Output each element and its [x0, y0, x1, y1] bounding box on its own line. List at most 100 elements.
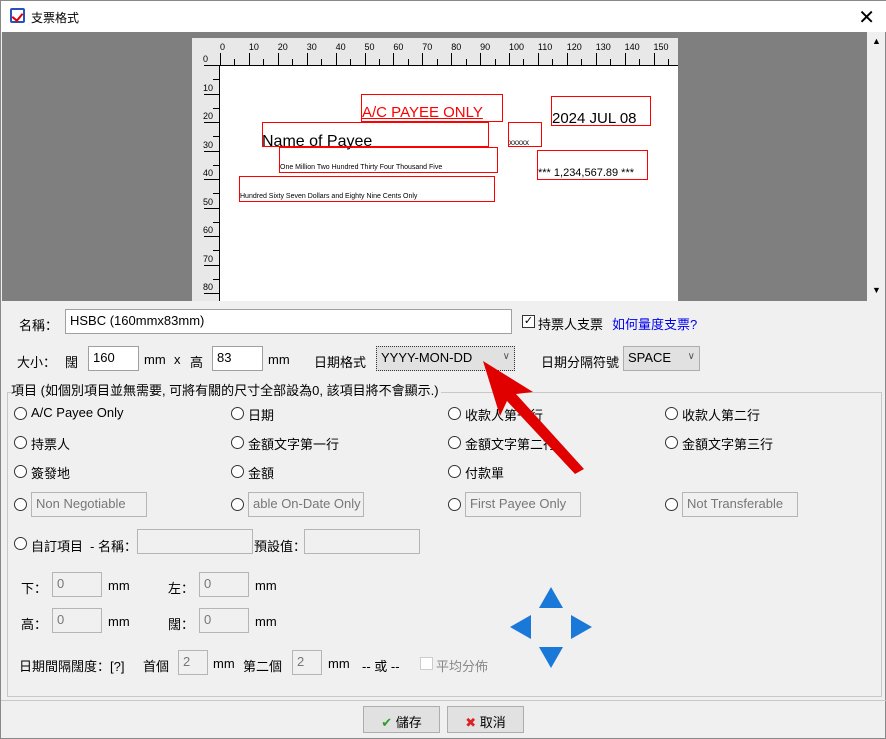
move-right-icon[interactable] [571, 615, 592, 639]
save-button[interactable]: ✔ 儲存 [363, 706, 440, 733]
item-radio[interactable] [665, 436, 678, 449]
ruler-tick [248, 53, 250, 65]
item-radio-label: 金額 [248, 466, 275, 481]
ruler-tick [204, 179, 219, 180]
item-text-input[interactable]: Not Transferable [682, 492, 798, 517]
ruler-tick [378, 59, 380, 65]
ruler-tick [480, 53, 482, 65]
bottom-label: 下： [21, 581, 48, 596]
date-text: 2024 JUL 08 [552, 110, 637, 127]
ruler-label-y: 30 [203, 139, 214, 150]
item-height-input[interactable]: 0 [52, 608, 102, 633]
size-label: 大小： [17, 355, 57, 370]
annotation-arrow [483, 361, 584, 474]
close-icon[interactable]: ✕ [858, 5, 875, 30]
bottom-unit: mm [108, 578, 130, 593]
width-input[interactable]: 160 [88, 346, 139, 371]
ruler-tick [465, 59, 467, 65]
ruler-label-y: 10 [203, 82, 214, 93]
date-separator-select[interactable]: SPACE ∨ [623, 346, 700, 371]
second-unit: mm [328, 656, 350, 671]
item-width-input[interactable]: 0 [199, 608, 249, 633]
check-icon: ✔ [381, 715, 393, 730]
custom-name-input[interactable] [137, 529, 253, 554]
ruler-label-x: 120 [566, 42, 582, 52]
bearer-checkbox[interactable]: ✓ [522, 315, 535, 328]
ruler-top-line [219, 65, 678, 66]
even-distribute-label: 平均分佈 [436, 659, 489, 674]
ruler-tick [292, 59, 294, 65]
ruler-tick [213, 136, 219, 138]
item-radio[interactable] [448, 498, 461, 511]
name-input[interactable]: HSBC (160mmx83mm) [65, 309, 512, 334]
item-height-label: 高： [21, 617, 48, 632]
ruler-label-y: 20 [203, 111, 214, 121]
ruler-tick [321, 59, 323, 65]
height-input[interactable]: 83 [212, 346, 263, 371]
ruler-tick [204, 293, 219, 294]
or-label: -- 或 -- [362, 659, 400, 674]
item-radio[interactable] [448, 465, 461, 478]
cross-icon: ✖ [465, 715, 477, 730]
item-radio[interactable] [14, 407, 27, 420]
ruler-label-y: 80 [203, 282, 214, 292]
first-spacing-input[interactable]: 2 [178, 650, 208, 675]
item-radio[interactable] [231, 498, 244, 511]
ruler-tick [213, 278, 219, 280]
move-up-icon[interactable] [539, 587, 563, 608]
scroll-down-icon[interactable]: ▼ [872, 285, 881, 295]
window-title: 支票格式 [31, 11, 80, 25]
even-distribute-checkbox[interactable] [420, 657, 433, 670]
custom-default-label: 預設值： [254, 539, 307, 554]
move-left-icon[interactable] [510, 615, 531, 639]
item-radio[interactable] [665, 407, 678, 420]
ruler-tick [581, 59, 583, 65]
scroll-up-icon[interactable]: ▲ [872, 36, 881, 46]
bottom-input[interactable]: 0 [52, 572, 102, 597]
ruler-tick [213, 79, 219, 81]
ruler-tick [335, 53, 337, 65]
ruler-label-y: 40 [203, 168, 214, 178]
move-down-icon[interactable] [539, 647, 563, 668]
ruler-label-x: 0 [220, 42, 226, 52]
ruler-tick [204, 207, 219, 209]
ruler-tick [451, 53, 453, 65]
ruler-label-x: 60 [393, 42, 404, 52]
item-text-input[interactable]: able On-Date Only [248, 492, 364, 517]
item-width-unit: mm [255, 614, 277, 629]
item-text-input[interactable]: Non Negotiable [31, 492, 147, 517]
ruler-tick [639, 59, 641, 65]
item-radio[interactable] [448, 407, 461, 420]
custom-default-input[interactable] [304, 529, 420, 554]
item-radio[interactable] [665, 498, 678, 511]
item-text-input[interactable]: First Payee Only [465, 492, 581, 517]
check-paper: A/C PAYEE ONLY 2024 JUL 08 Name of Payee… [192, 38, 678, 301]
preview-scrollbar[interactable]: ▲ ▼ [867, 32, 885, 301]
second-spacing-input[interactable]: 2 [292, 650, 322, 675]
custom-item-label: 自訂項目 [31, 539, 84, 554]
ruler-tick [263, 59, 265, 65]
bearer-text: xxxxx [509, 138, 529, 147]
item-radio[interactable] [448, 436, 461, 449]
item-radio[interactable] [231, 465, 244, 478]
ruler-label-x: 70 [422, 42, 433, 52]
item-radio[interactable] [14, 436, 27, 449]
ruler-tick [204, 236, 219, 237]
item-radio[interactable] [231, 436, 244, 449]
ruler-left-line [219, 65, 220, 301]
cancel-button[interactable]: ✖ 取消 [447, 706, 524, 733]
item-radio[interactable] [14, 498, 27, 511]
date-spacing-label: 日期間隔闊度：[?] [19, 659, 125, 674]
item-radio[interactable] [14, 465, 27, 478]
red-arrow-icon [483, 361, 584, 474]
ruler-tick [213, 107, 219, 109]
left-input[interactable]: 0 [199, 572, 249, 597]
cancel-label: 取消 [479, 715, 506, 730]
ruler-label-x: 10 [248, 42, 259, 52]
ruler-tick [595, 53, 597, 65]
words-line2-text: Hundred Sixty Seven Dollars and Eighty N… [240, 193, 418, 200]
help-link[interactable]: 如何量度支票? [612, 314, 697, 333]
item-radio[interactable] [231, 407, 244, 420]
ruler-tick [213, 164, 219, 166]
custom-item-radio[interactable] [14, 537, 27, 550]
